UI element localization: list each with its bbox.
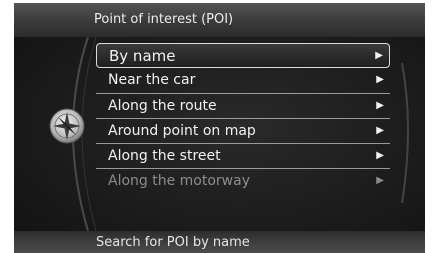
menu-item-label: Near the car [108, 72, 196, 89]
menu-item-label: By name [109, 47, 176, 65]
menu-item-by-name[interactable]: By name ▶ [96, 43, 390, 69]
menu-item-near-the-car[interactable]: Near the car ▶ [96, 68, 390, 94]
chevron-right-icon: ▶ [376, 175, 384, 187]
chevron-right-icon: ▶ [376, 74, 384, 86]
chevron-right-icon: ▶ [376, 99, 384, 111]
navigation-screen: Point of interest (POI) By name ▶ Near t… [14, 3, 425, 253]
footer-bar: Search for POI by name [14, 231, 425, 253]
compass-icon [49, 108, 85, 144]
menu-item-along-the-route[interactable]: Along the route ▶ [96, 94, 390, 119]
poi-menu: By name ▶ Near the car ▶ Along the route… [96, 43, 390, 195]
menu-item-label: Along the street [108, 148, 221, 165]
menu-item-around-point-on-map[interactable]: Around point on map ▶ [96, 119, 390, 145]
menu-item-label: Along the route [108, 97, 217, 114]
chevron-right-icon: ▶ [375, 50, 383, 61]
menu-item-along-the-motorway: Along the motorway ▶ [96, 169, 390, 194]
footer-hint: Search for POI by name [96, 235, 250, 250]
header-bar: Point of interest (POI) [14, 3, 425, 37]
chevron-right-icon: ▶ [376, 124, 384, 136]
menu-item-label: Along the motorway [108, 173, 250, 190]
menu-item-along-the-street[interactable]: Along the street ▶ [96, 144, 390, 170]
page-title: Point of interest (POI) [94, 12, 234, 27]
menu-item-label: Around point on map [108, 122, 256, 139]
chevron-right-icon: ▶ [376, 150, 384, 162]
